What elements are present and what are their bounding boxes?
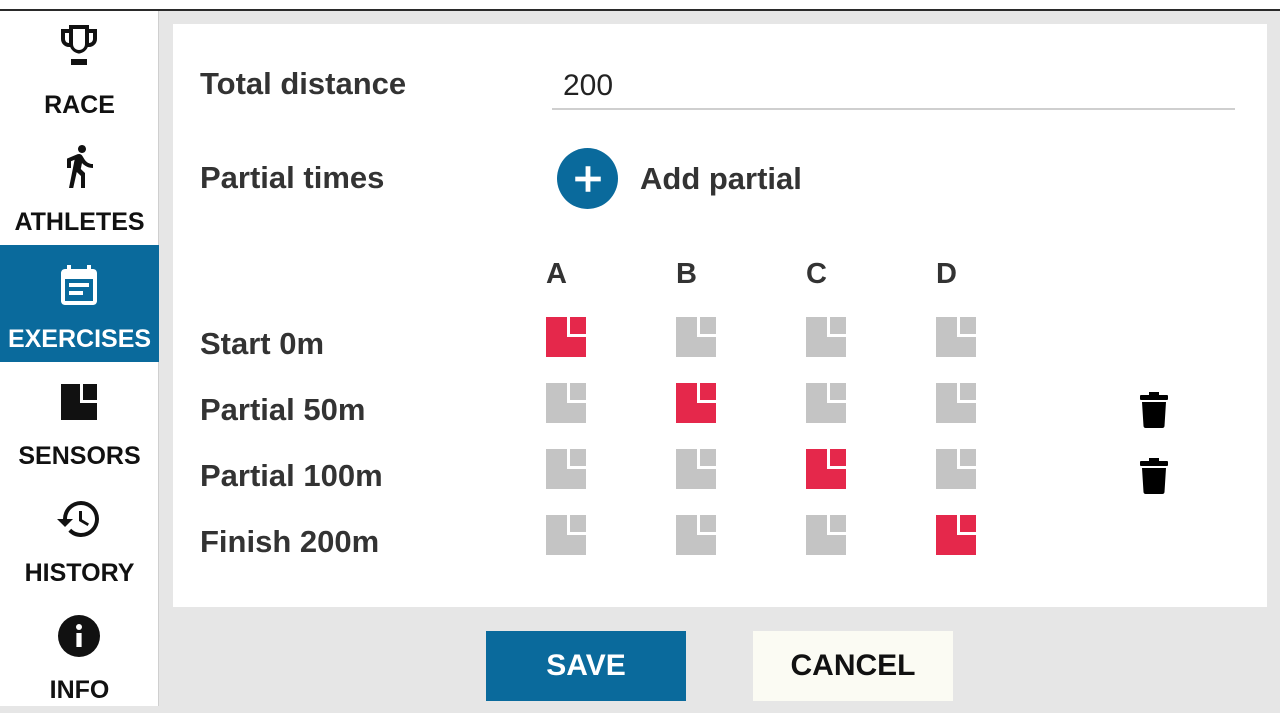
sensor-toggle-b-selected[interactable]	[676, 383, 716, 423]
calendar-icon	[55, 261, 103, 309]
sensor-toggle-c-selected[interactable]	[806, 449, 846, 489]
partial-row-label: Partial 50m	[200, 392, 366, 427]
sidebar-item-exercises[interactable]: EXERCISES	[0, 245, 159, 362]
column-header-a: A	[546, 258, 567, 290]
trophy-icon	[55, 21, 103, 69]
sidebar-item-label: HISTORY	[24, 559, 135, 587]
sidebar-item-label: EXERCISES	[7, 325, 152, 353]
add-partial-label: Add partial	[640, 160, 802, 196]
sensor-toggle-b[interactable]	[676, 515, 716, 555]
total-distance-input[interactable]	[552, 64, 1235, 110]
sensor-icon	[55, 378, 103, 426]
sensor-toggle-d[interactable]	[936, 317, 976, 357]
sensor-toggle-d[interactable]	[936, 383, 976, 423]
sensor-toggle-d[interactable]	[936, 449, 976, 489]
sensor-toggle-b[interactable]	[676, 449, 716, 489]
sensor-toggle-b[interactable]	[676, 317, 716, 357]
plus-icon	[557, 148, 618, 209]
column-header-c: C	[806, 258, 827, 290]
sidebar-item-label: INFO	[49, 676, 110, 704]
sidebar-item-info[interactable]: INFO	[0, 596, 159, 713]
walking-icon	[55, 142, 103, 190]
partial-row-label: Finish 200m	[200, 524, 380, 559]
sensor-toggle-c[interactable]	[806, 383, 846, 423]
sidebar-item-label: SENSORS	[18, 442, 141, 470]
sidebar-item-label: RACE	[44, 91, 115, 119]
sensor-toggle-c[interactable]	[806, 515, 846, 555]
sensor-toggle-d-selected[interactable]	[936, 515, 976, 555]
sidebar-item-history[interactable]: HISTORY	[0, 479, 159, 596]
exercise-form-card	[173, 24, 1267, 607]
sensor-toggle-a[interactable]	[546, 383, 586, 423]
history-icon	[55, 495, 103, 543]
info-icon	[55, 612, 103, 660]
sidebar-item-race[interactable]: RACE	[0, 11, 159, 128]
cancel-button[interactable]: CANCEL	[753, 631, 953, 701]
sensor-toggle-a[interactable]	[546, 515, 586, 555]
sensor-toggle-a-selected[interactable]	[546, 317, 586, 357]
sidebar-item-athletes[interactable]: ATHLETES	[0, 128, 159, 245]
top-bar	[0, 0, 1280, 11]
column-header-b: B	[676, 258, 697, 290]
trash-icon[interactable]	[1140, 392, 1168, 428]
add-partial-button[interactable]: Add partial	[557, 148, 802, 209]
sidebar-item-label: ATHLETES	[14, 208, 145, 236]
sidebar: RACE ATHLETES EXERCISES SENSORS HISTORY …	[0, 11, 159, 706]
sidebar-item-sensors[interactable]: SENSORS	[0, 362, 159, 479]
save-button[interactable]: SAVE	[486, 631, 686, 701]
partial-row-label: Start 0m	[200, 326, 325, 361]
trash-icon[interactable]	[1140, 458, 1168, 494]
sensor-toggle-c[interactable]	[806, 317, 846, 357]
partial-times-label: Partial times	[200, 160, 385, 195]
partial-row-label: Partial 100m	[200, 458, 383, 493]
total-distance-label: Total distance	[200, 66, 407, 101]
sensor-toggle-a[interactable]	[546, 449, 586, 489]
column-header-d: D	[936, 258, 957, 290]
